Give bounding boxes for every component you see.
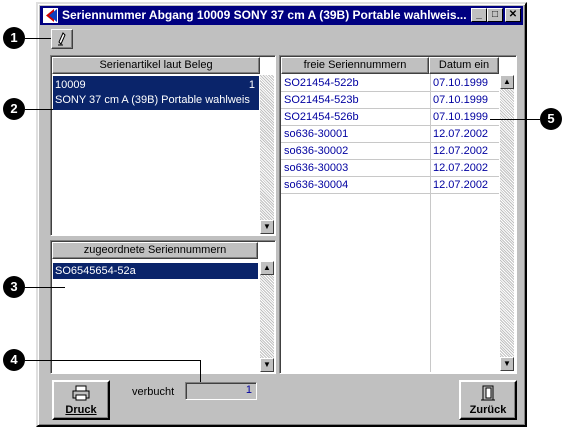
col-header-serial[interactable]: freie Seriennummern xyxy=(281,57,429,74)
callout-1-line xyxy=(25,38,51,39)
arrow-up-icon: ▲ xyxy=(503,77,511,86)
articles-panel: Serienartikel laut Beleg 10009 1 SONY 37… xyxy=(50,55,276,236)
scroll-down-button[interactable]: ▼ xyxy=(500,357,514,371)
serial-number: SO21454-522b xyxy=(284,77,359,89)
scroll-down-button[interactable]: ▼ xyxy=(260,358,274,372)
arrow-up-icon: ▲ xyxy=(263,263,271,272)
date-in: 07.10.1999 xyxy=(433,111,489,123)
free-serial-row[interactable]: so636-30004 12.07.2002 xyxy=(281,177,499,194)
assigned-header: zugeordnete Seriennummern xyxy=(52,242,258,259)
callout-5-line xyxy=(490,119,540,120)
assigned-scrollbar[interactable]: ▲ ▼ xyxy=(260,261,274,372)
date-in: 07.10.1999 xyxy=(433,77,489,89)
serial-number: SO21454-526b xyxy=(284,111,359,123)
callout-4-line-vertical xyxy=(200,360,201,382)
assigned-item[interactable]: SO6545654-52a xyxy=(53,263,258,279)
free-serial-row[interactable]: SO21454-523b 07.10.1999 xyxy=(281,92,499,109)
app-logo-icon xyxy=(43,8,58,23)
assigned-panel: zugeordnete Seriennummern SO6545654-52a … xyxy=(50,240,276,374)
serial-number: so636-30003 xyxy=(284,162,349,174)
serial-number: SO21454-523b xyxy=(284,94,359,106)
scroll-up-button[interactable]: ▲ xyxy=(500,75,514,89)
callout-4-line xyxy=(25,360,201,361)
serial-number: so636-30001 xyxy=(284,128,349,140)
callout-4: 4 xyxy=(3,349,25,371)
booked-label: verbucht xyxy=(132,386,175,398)
serial-number: so636-30002 xyxy=(284,145,349,157)
scroll-up-button[interactable]: ▲ xyxy=(260,261,274,275)
dialog-window: Seriennummer Abgang 10009 SONY 37 cm A (… xyxy=(36,2,527,427)
articles-scrollbar[interactable]: ▼ xyxy=(260,75,274,234)
article-qty: 1 xyxy=(248,79,255,91)
minimize-button[interactable]: _ xyxy=(471,8,487,22)
callout-2-line xyxy=(25,109,53,110)
print-label: Druck xyxy=(65,404,97,416)
article-row[interactable]: 10009 1 SONY 37 cm A (39B) Portable wahl… xyxy=(53,76,259,110)
serial-number: so636-30004 xyxy=(284,179,349,191)
arrow-down-icon: ▼ xyxy=(503,359,511,368)
date-in: 12.07.2002 xyxy=(433,145,489,157)
print-button[interactable]: Druck xyxy=(52,380,110,420)
free-serial-row[interactable]: so636-30001 12.07.2002 xyxy=(281,126,499,143)
pencil-icon xyxy=(52,32,72,51)
door-exit-icon xyxy=(461,385,515,404)
arrow-down-icon: ▼ xyxy=(263,360,271,369)
maximize-button[interactable]: □ xyxy=(487,8,503,22)
back-label: Zurück xyxy=(469,404,507,416)
free-serial-row[interactable]: so636-30003 12.07.2002 xyxy=(281,160,499,177)
article-number: 10009 xyxy=(55,79,86,91)
edit-button[interactable] xyxy=(51,29,73,49)
date-in: 12.07.2002 xyxy=(433,162,489,174)
printer-icon xyxy=(54,385,108,404)
free-serial-row[interactable]: SO21454-526b 07.10.1999 xyxy=(281,109,499,126)
callout-3: 3 xyxy=(3,276,25,298)
date-in: 07.10.1999 xyxy=(433,94,489,106)
booked-value: 1 xyxy=(185,382,257,400)
callout-3-line xyxy=(25,287,65,288)
articles-header: Serienartikel laut Beleg xyxy=(52,57,260,74)
date-in: 12.07.2002 xyxy=(433,128,489,140)
scroll-down-button[interactable]: ▼ xyxy=(260,220,274,234)
col-header-date[interactable]: Datum ein xyxy=(429,57,499,74)
free-serial-row[interactable]: so636-30002 12.07.2002 xyxy=(281,143,499,160)
callout-5: 5 xyxy=(540,108,562,130)
article-name: SONY 37 cm A (39B) Portable wahlweis xyxy=(55,94,250,106)
back-button[interactable]: Zurück xyxy=(459,380,517,420)
free-serials-panel: freie Seriennummern Datum ein SO21454-52… xyxy=(279,55,517,374)
close-button[interactable]: ✕ xyxy=(505,8,521,22)
title-bar: Seriennummer Abgang 10009 SONY 37 cm A (… xyxy=(40,6,523,25)
callout-2: 2 xyxy=(3,98,25,120)
callout-1: 1 xyxy=(3,27,25,49)
date-in: 12.07.2002 xyxy=(433,179,489,191)
free-serial-row[interactable]: SO21454-522b 07.10.1999 xyxy=(281,75,499,92)
arrow-down-icon: ▼ xyxy=(263,222,271,231)
window-title: Seriennummer Abgang 10009 SONY 37 cm A (… xyxy=(62,8,467,22)
